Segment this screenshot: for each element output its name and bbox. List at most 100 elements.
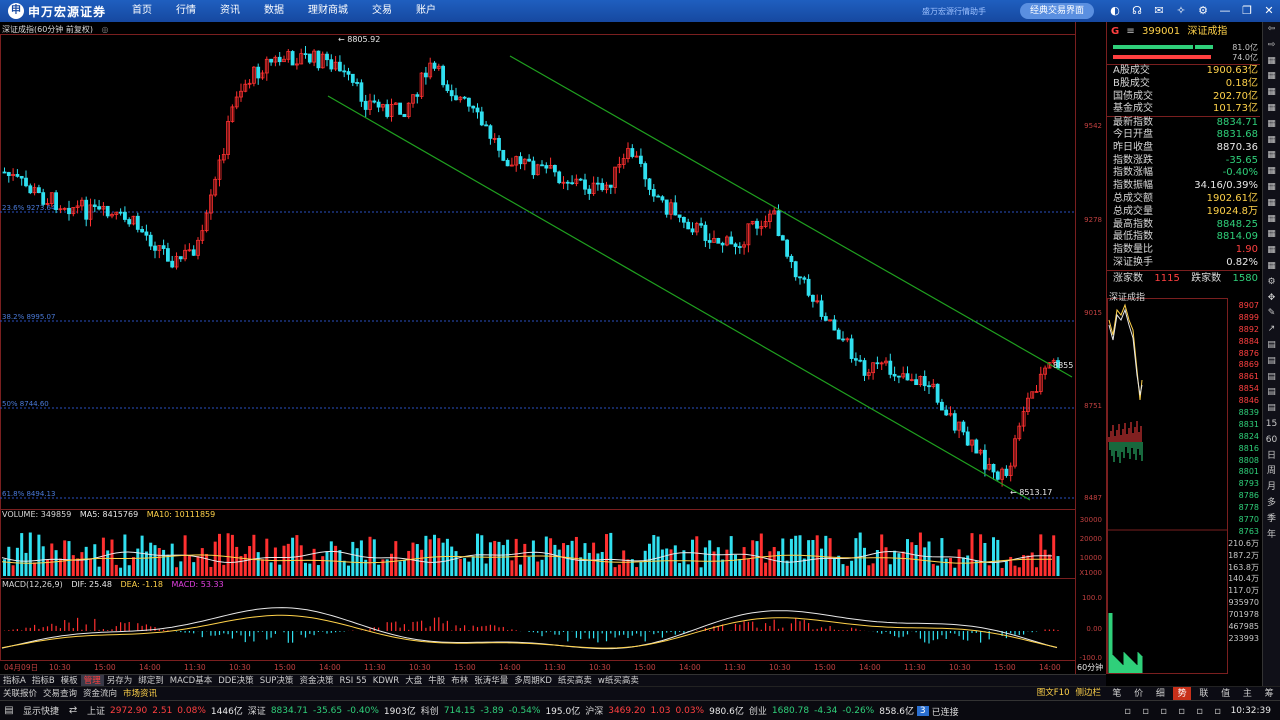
indicator-tab[interactable]: w纸买高卖 [595,675,642,687]
toolbar-tool-icon[interactable]: 多 [1264,496,1280,512]
bottom-tab[interactable]: 资金流向 [80,688,120,700]
toolbar-tool-icon[interactable]: ⇨ [1264,38,1280,54]
indicator-tab[interactable]: 纸买高卖 [555,675,595,687]
toolbar-tool-icon[interactable]: 季 [1264,512,1280,528]
quote-detail-tab[interactable]: 联 [1195,687,1213,701]
toolbar-tool-icon[interactable]: ▦ [1264,54,1280,70]
status-index-name[interactable]: 沪深 [585,704,603,717]
toolbar-tool-icon[interactable]: ✎ [1264,306,1280,322]
indicator-tab[interactable]: 指标B [29,675,58,687]
toolbar-tool-icon[interactable]: ▦ [1264,243,1280,259]
toolbar-tool-icon[interactable]: ▦ [1264,101,1280,117]
toolbar-tool-icon[interactable]: ▦ [1264,212,1280,228]
toolbar-tool-icon[interactable]: ▦ [1264,259,1280,275]
bottom-right-tab[interactable]: 侧边栏 [1072,687,1104,699]
bottom-right-tab[interactable]: 图文F10 [1034,687,1073,699]
toolbar-tool-icon[interactable]: ▦ [1264,133,1280,149]
toolbar-tool-icon[interactable]: ▦ [1264,117,1280,133]
show-quick-button[interactable]: 显示快捷 [23,704,59,717]
menu-icon[interactable]: ▤ [0,705,18,716]
quote-detail-tab[interactable]: 细 [1151,687,1169,701]
toolbar-tool-icon[interactable]: ▤ [1264,385,1280,401]
chart-icon[interactable]: ▫ [1155,706,1173,717]
indicator-tab[interactable]: 布林 [448,675,471,687]
toolbar-tool-icon[interactable]: ▦ [1264,148,1280,164]
quote-detail-tab[interactable]: 值 [1217,687,1235,701]
message-icon[interactable]: ▫ [1191,706,1209,717]
skin-icon[interactable]: ✧ [1170,0,1192,22]
broker-logo[interactable]: 申 申万宏源证券 [0,3,120,20]
bottom-tab[interactable]: 市场资讯 [120,688,160,700]
toolbar-tool-icon[interactable]: ▦ [1264,69,1280,85]
chart-settings-icon[interactable]: ◎ [102,25,109,34]
classic-trade-button[interactable]: 经典交易界面 [1019,3,1094,19]
toolbar-tool-icon[interactable]: ⇦ [1264,22,1280,38]
quote-detail-tab[interactable]: 主 [1238,687,1256,701]
nav-item-1[interactable]: 行情 [164,0,208,22]
message-icon[interactable]: ✉ [1148,0,1170,22]
toolbar-tool-icon[interactable]: ▤ [1264,354,1280,370]
restore-icon[interactable]: ❐ [1236,0,1258,22]
toolbar-tool-icon[interactable]: 月 [1264,480,1280,496]
toolbar-tool-icon[interactable]: ▦ [1264,227,1280,243]
indicator-tab[interactable]: MACD基本 [167,675,215,687]
toolbar-tool-icon[interactable]: ✥ [1264,291,1280,307]
minimize-icon[interactable]: — [1214,0,1236,22]
toolbar-tool-icon[interactable]: ▤ [1264,401,1280,417]
bottom-tab[interactable]: 交易查询 [40,688,80,700]
mini-timeshare[interactable]: 深证成指 8907 8899 8892 8884 8876 8869 8861 8854 884… [1107,290,1261,674]
gear-icon[interactable]: ⚙ [1192,0,1214,22]
toolbar-tool-icon[interactable]: ▤ [1264,338,1280,354]
menu-icon[interactable]: ≡ [1126,26,1134,37]
indicator-tab[interactable]: 大盘 [402,675,425,687]
bottom-tab[interactable]: 关联报价 [0,688,40,700]
index-icon[interactable]: ⇄ [64,705,82,716]
toolbar-tool-icon[interactable]: 周 [1264,464,1280,480]
indicator-tab[interactable]: KDWR [370,675,402,687]
nav-item-3[interactable]: 数据 [252,0,296,22]
lock-icon[interactable]: ▫ [1119,706,1137,717]
toolbar-tool-icon[interactable]: 年 [1264,528,1280,544]
quote-detail-tab[interactable]: 筹 [1260,687,1278,701]
indicator-tab[interactable]: 多周期KD [511,675,555,687]
theme-icon[interactable]: ◐ [1104,0,1126,22]
indicator-tab[interactable]: 模板 [58,675,81,687]
bell-icon[interactable]: ▫ [1173,706,1191,717]
nav-item-4[interactable]: 理财商城 [296,0,360,22]
nav-item-6[interactable]: 账户 [404,0,448,22]
quote-detail-tab[interactable]: 笔 [1108,687,1126,701]
indicator-tab[interactable]: 张涛华量 [471,675,511,687]
headset-icon[interactable]: ☊ [1126,0,1148,22]
indicator-tab[interactable]: 另存为 [104,675,136,687]
toolbar-tool-icon[interactable]: 60 [1264,433,1280,449]
indicator-tab[interactable]: SUP决策 [257,675,297,687]
toolbar-tool-icon[interactable]: ▤ [1264,370,1280,386]
quote-detail-tab[interactable]: 势 [1173,686,1192,701]
toolbar-tool-icon[interactable]: ▦ [1264,164,1280,180]
indicator-tab[interactable]: 资金决策 [296,675,336,687]
period-label[interactable]: 60分钟 [1077,662,1103,672]
quote-detail-tab[interactable]: 价 [1130,687,1148,701]
toolbar-tool-icon[interactable]: ▦ [1264,85,1280,101]
toolbar-tool-icon[interactable]: 日 [1264,449,1280,465]
indicator-tab[interactable]: RSI 55 [336,675,369,687]
indicator-tab[interactable]: 牛股 [425,675,448,687]
indicator-tab[interactable]: 绑定到 [135,675,167,687]
status-index-name[interactable]: 上证 [87,704,105,717]
indicator-tab[interactable]: DDE决策 [215,675,256,687]
kline-chart-svg[interactable]: 23.6% 9273.6438.2% 8995.0750% 8744.6061.… [0,22,1104,674]
phone-icon[interactable]: ▫ [1137,706,1155,717]
toolbar-tool-icon[interactable]: ⚙ [1264,275,1280,291]
status-index-name[interactable]: 深证 [248,704,266,717]
status-index-name[interactable]: 创业 [749,704,767,717]
toolbar-tool-icon[interactable]: 15 [1264,417,1280,433]
indicator-tab[interactable]: 指标A [0,675,29,687]
close-icon[interactable]: ✕ [1258,0,1280,22]
toolbar-tool-icon[interactable]: ↗ [1264,322,1280,338]
nav-item-0[interactable]: 首页 [120,0,164,22]
status-index-name[interactable]: 科创 [421,704,439,717]
sound-icon[interactable]: ▫ [1209,706,1227,717]
nav-item-2[interactable]: 资讯 [208,0,252,22]
toolbar-tool-icon[interactable]: ▦ [1264,196,1280,212]
nav-item-5[interactable]: 交易 [360,0,404,22]
